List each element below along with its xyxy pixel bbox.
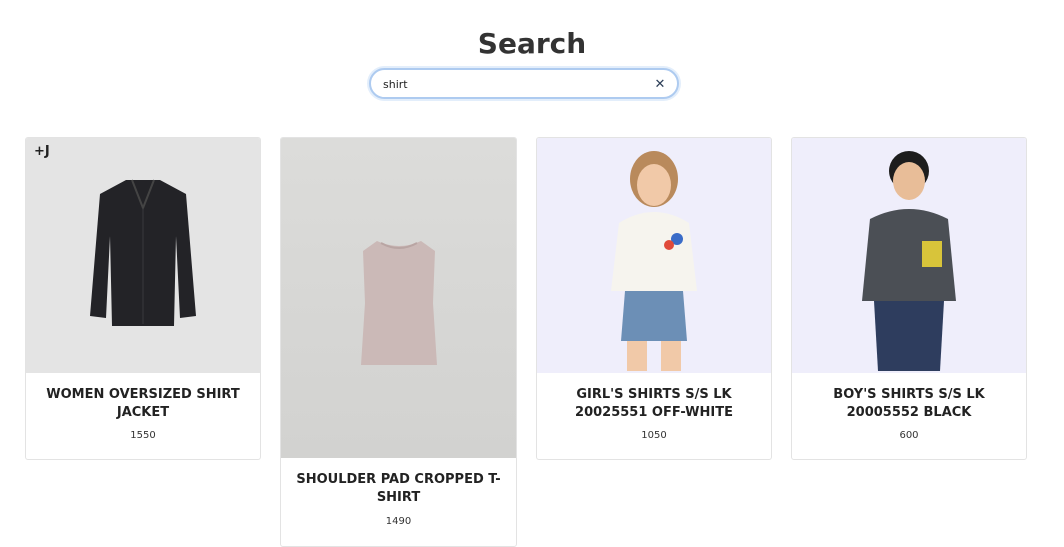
page-title: Search [477, 27, 587, 60]
product-name: SHOULDER PAD CROPPED T-SHIRT [296, 472, 501, 505]
product-price: 600 [899, 430, 919, 441]
product-card[interactable]: SHOULDER PAD CROPPED T-SHIRT 1490 [280, 137, 517, 547]
product-price: 1550 [130, 430, 156, 441]
product-card[interactable]: GIRL'S SHIRTS S/S LK 20025551 OFF-WHITE … [536, 137, 772, 460]
product-price: 1490 [385, 516, 412, 527]
product-image[interactable] [26, 138, 260, 373]
product-image[interactable] [281, 138, 516, 458]
product-name: GIRL'S SHIRTS S/S LK 20025551 OFF-WHITE [575, 387, 733, 420]
product-name: WOMEN OVERSIZED SHIRT JACKET [46, 387, 240, 420]
brand-badge-icon: +J [34, 144, 50, 159]
product-price: 1050 [641, 430, 667, 441]
product-image[interactable] [792, 138, 1026, 373]
girl-shirt-image [611, 150, 697, 371]
shirt-jacket-image [90, 179, 196, 326]
product-card[interactable]: +J WOMEN OVERSIZED SHIRT JACKET 1550 [25, 137, 261, 460]
boy-shirt-image [862, 150, 956, 371]
search-field[interactable]: ✕ [369, 68, 679, 99]
search-input[interactable] [383, 75, 643, 93]
close-icon[interactable]: ✕ [653, 75, 667, 93]
product-name: BOY'S SHIRTS S/S LK 20005552 BLACK [833, 387, 985, 420]
cropped-tshirt-image [360, 241, 437, 365]
product-image[interactable] [537, 138, 771, 373]
product-card[interactable]: BOY'S SHIRTS S/S LK 20005552 BLACK 600 [791, 137, 1027, 460]
